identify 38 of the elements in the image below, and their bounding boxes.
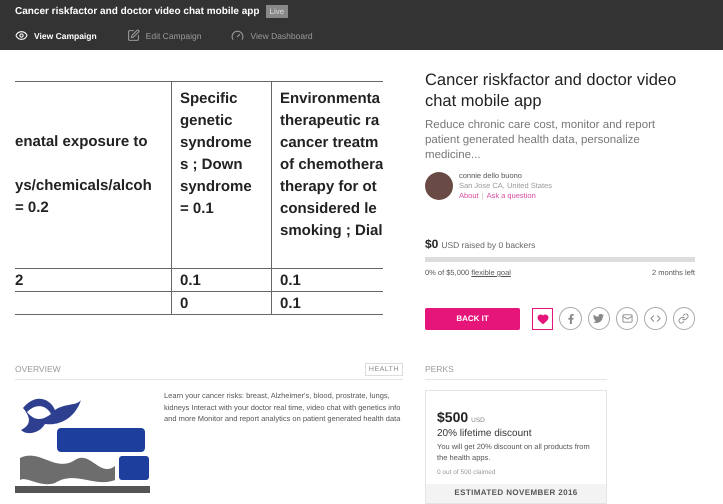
twitter-share-button[interactable] (588, 307, 610, 330)
embed-button[interactable] (644, 307, 667, 330)
perk-estimate: ESTIMATED NOVEMBER 2016 (426, 484, 606, 503)
table-cell: 0 (171, 291, 271, 314)
back-it-button[interactable]: BACK IT (425, 308, 520, 330)
twitter-icon (593, 313, 604, 324)
perk-price: $500 (437, 409, 468, 425)
raised-label: USD raised by 0 backers (441, 240, 536, 250)
campaign-summary: Reduce chronic care cost, monitor and report patient generated health data, personalize medicine... (425, 118, 656, 163)
table-cell: 0.1 (171, 268, 271, 291)
email-share-button[interactable] (616, 307, 638, 330)
code-icon (650, 313, 662, 324)
heart-icon (536, 312, 549, 324)
section-heading: OVERVIEW (15, 364, 61, 374)
mail-icon (622, 313, 633, 324)
facebook-icon (566, 314, 576, 324)
nav-link[interactable]: View Campaign (15, 29, 97, 42)
facebook-share-button[interactable] (559, 307, 582, 330)
avatar (425, 172, 453, 200)
table-cell: 2 (15, 268, 171, 291)
status-badge: Live (266, 4, 288, 18)
copy-link-button[interactable] (672, 307, 695, 330)
like-button[interactable] (532, 308, 554, 330)
table-header-cell: Specific genetic syndrome s ; Down syndrome = 0.1 (171, 82, 271, 268)
link-icon (678, 313, 690, 324)
gauge-icon (231, 29, 244, 42)
table-cell: 0.1 (271, 268, 383, 291)
campaign-heading: Cancer riskfactor and doctor video chat mobile app (425, 70, 678, 112)
raised-amount: $0 (425, 237, 438, 251)
table-cell: 0.1 (271, 291, 383, 314)
section-heading: PERKS (425, 364, 454, 374)
nav-link[interactable]: Edit Campaign (126, 29, 202, 42)
edit-icon (126, 29, 140, 42)
eye-icon (15, 29, 28, 42)
campaign-title: Cancer riskfactor and doctor video chat mobile app (15, 6, 260, 16)
perk-title: 20% lifetime discount (437, 428, 532, 439)
table-header-cell-text: enatal exposure to ys/chemicals/alcoh = 0.2 (15, 132, 153, 218)
nav-link[interactable]: View Dashboard (231, 29, 313, 42)
